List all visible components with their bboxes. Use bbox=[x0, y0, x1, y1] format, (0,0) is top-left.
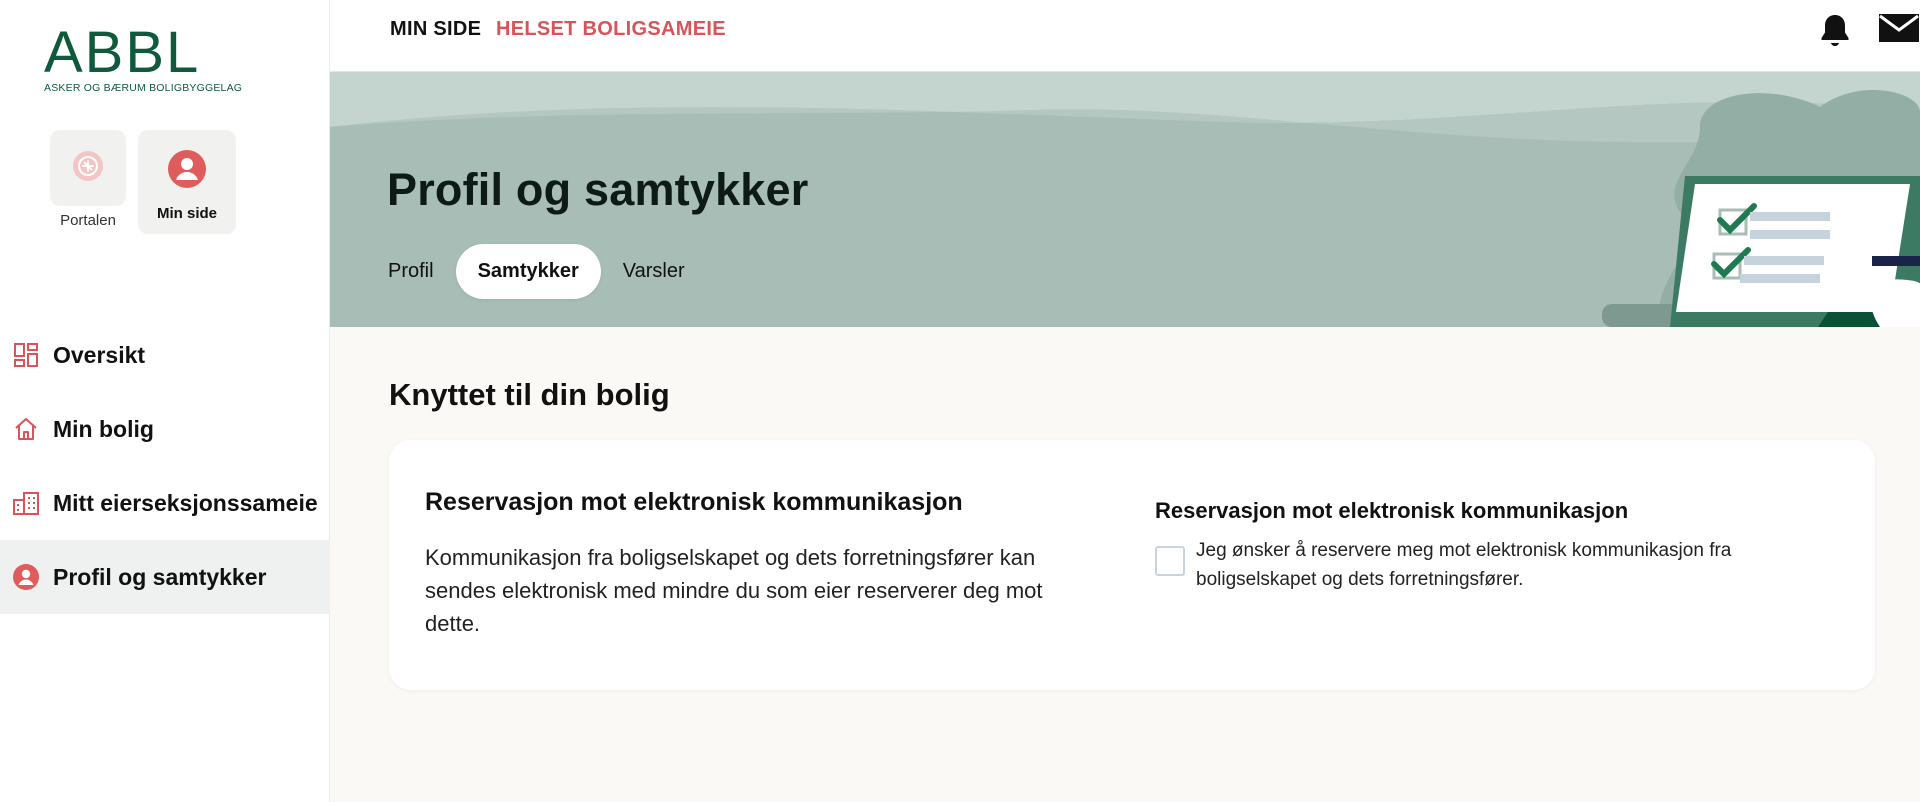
min-side-button[interactable]: Min side bbox=[138, 130, 236, 234]
dashboard-icon bbox=[12, 341, 40, 369]
sidebar-item-mitt-eierseksjonssameie[interactable]: Mitt eierseksjonssameie bbox=[0, 466, 330, 540]
consent-form-heading: Reservasjon mot elektronisk kommunikasjo… bbox=[1155, 498, 1629, 523]
sidebar: ABBL ASKER OG BÆRUM BOLIGBYGGELAG Portal… bbox=[0, 0, 330, 802]
portal-switch-min-side[interactable]: Min side bbox=[138, 130, 236, 234]
sidebar-nav: Oversikt Min bolig Mitt eierseksjonssame… bbox=[0, 318, 330, 614]
reservation-checkbox-row[interactable]: Jeg ønsker å reservere meg mot elektroni… bbox=[1155, 536, 1795, 594]
main-content: Knyttet til din bolig Reservasjon mot el… bbox=[330, 327, 1920, 802]
consent-card-description: Reservasjon mot elektronisk kommunikasjo… bbox=[425, 488, 1075, 640]
consent-heading: Reservasjon mot elektronisk kommunikasjo… bbox=[425, 488, 963, 516]
sidebar-item-label: Min bolig bbox=[53, 415, 154, 442]
sameie-link[interactable]: HELSET BOLIGSAMEIE bbox=[496, 18, 726, 41]
abbl-logo[interactable]: ABBL ASKER OG BÆRUM BOLIGBYGGELAG bbox=[44, 20, 254, 95]
home-icon bbox=[12, 415, 40, 443]
portal-icon bbox=[72, 150, 104, 187]
user-circle-icon bbox=[12, 563, 40, 591]
logo-subtitle: ASKER OG BÆRUM BOLIGBYGGELAG bbox=[44, 82, 243, 94]
min-side-label: Min side bbox=[156, 205, 217, 222]
bell-icon[interactable] bbox=[1818, 12, 1852, 53]
reservation-checkbox[interactable] bbox=[1155, 546, 1185, 576]
page-title: Profil og samtykker bbox=[387, 164, 809, 215]
tab-varsler[interactable]: Varsler bbox=[601, 244, 707, 299]
min-side-link[interactable]: MIN SIDE bbox=[390, 18, 481, 41]
profile-tabs: Profil Samtykker Varsler bbox=[388, 244, 707, 299]
tab-profil[interactable]: Profil bbox=[388, 244, 456, 299]
section-title: Knyttet til din bolig bbox=[389, 377, 670, 412]
sidebar-item-label: Profil og samtykker bbox=[53, 563, 267, 590]
reservation-checkbox-label[interactable]: Jeg ønsker å reservere meg mot elektroni… bbox=[1196, 536, 1795, 594]
portalen-button[interactable] bbox=[50, 130, 126, 206]
checklist-laptop-illustration bbox=[1602, 90, 1920, 327]
top-bar: MIN SIDE HELSET BOLIGSAMEIE bbox=[330, 0, 1920, 72]
buildings-icon bbox=[12, 489, 40, 517]
consent-description: Kommunikasjon fra boligselskapet og dets… bbox=[425, 545, 1043, 636]
tab-samtykker[interactable]: Samtykker bbox=[455, 244, 601, 299]
sidebar-item-profil-og-samtykker[interactable]: Profil og samtykker bbox=[0, 540, 330, 614]
user-avatar-icon bbox=[168, 150, 206, 193]
page-hero: Profil og samtykker Profil Samtykker Var… bbox=[330, 72, 1920, 327]
consent-card: Reservasjon mot elektronisk kommunikasjo… bbox=[389, 440, 1875, 690]
logo-mark: ABBL bbox=[44, 20, 201, 85]
sidebar-item-label: Mitt eierseksjonssameie bbox=[53, 489, 318, 516]
portal-switch-portalen[interactable]: Portalen bbox=[50, 130, 126, 234]
sidebar-item-label: Oversikt bbox=[53, 341, 146, 368]
sidebar-item-oversikt[interactable]: Oversikt bbox=[0, 318, 330, 392]
portal-switch: Portalen Min side bbox=[50, 130, 236, 234]
mail-icon[interactable] bbox=[1878, 12, 1920, 49]
consent-card-form: Reservasjon mot elektronisk kommunikasjo… bbox=[1155, 498, 1795, 594]
sidebar-item-min-bolig[interactable]: Min bolig bbox=[0, 392, 330, 466]
portalen-label: Portalen bbox=[60, 212, 116, 229]
